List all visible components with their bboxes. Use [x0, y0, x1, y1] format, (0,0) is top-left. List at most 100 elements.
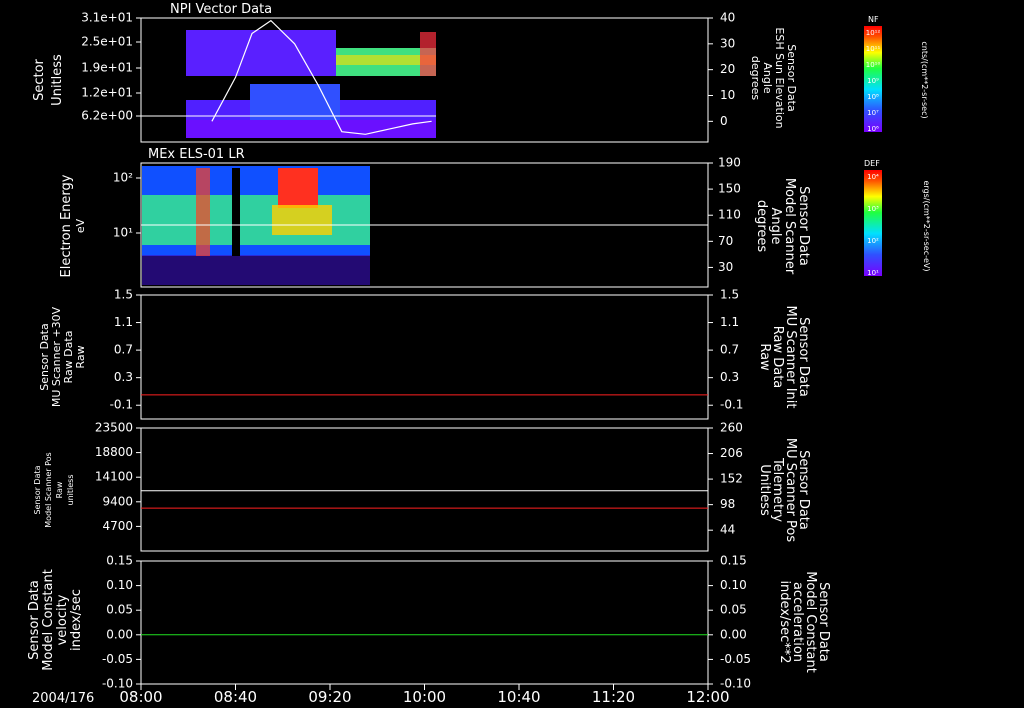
panel-mu-raw: 1.51.10.70.3-0.1 1.51.10.70.3-0.1 Sensor… [38, 288, 811, 420]
colorbar-def-title: DEF [864, 159, 880, 168]
els-hotspot-red [278, 168, 318, 208]
els-right-label-3: Angle [768, 208, 783, 245]
npi-left-label-2: Unitless [50, 54, 65, 106]
x-tick-label: 08:00 [119, 688, 162, 706]
colorbar-def-tick-label: 10¹ [867, 269, 879, 277]
model-constant-right-tick-label: 0.10 [720, 578, 747, 592]
colorbar-def-tick-label: 10² [867, 237, 879, 245]
x-tick-label: 08:40 [214, 688, 257, 706]
scanner-pos-left-tick-label: 14100 [95, 470, 133, 484]
panel-mu-raw-frame [140, 294, 709, 420]
els-left-label-1: Electron Energy [59, 174, 74, 277]
mu-raw-left-tick-label: 1.1 [114, 315, 133, 329]
model-constant-left-tick-label: -0.05 [102, 652, 133, 666]
mu-raw-left-tick-label: 0.7 [114, 343, 133, 357]
colorbar-nf-tick-label: 10⁹ [867, 77, 879, 85]
els-hotspot-yellow [272, 205, 332, 235]
els-right-tick-label: 30 [718, 260, 733, 274]
npi-left-label-1: Sector [32, 58, 47, 100]
scanner-pos-right-tick-label: 260 [720, 421, 743, 435]
npi-left-tick-label: 3.1e+01 [81, 11, 133, 25]
chart-canvas: NPI Vector Data 3.1e+01 2.5e+01 1.9e+01 1.2… [27, 2, 931, 706]
npi-block-bottom [186, 120, 436, 138]
x-tick-label: 11:20 [592, 688, 635, 706]
scanner-pos-left-tick-label: 9400 [102, 494, 133, 508]
els-band-low [142, 255, 370, 285]
colorbar-nf-tick-label: 10⁷ [867, 109, 879, 117]
els-spike-red [196, 168, 210, 256]
colorbar-nf: NF 10¹² 10¹¹ 10¹⁰ 10⁹ 10⁸ 10⁷ 10⁶ cnts/(cm**2-… [864, 15, 929, 133]
model-constant-left-tick-label: 0.10 [106, 578, 133, 592]
mu-raw-right-ticks: 1.5 1.1 0.7 0.3 -0.1 [708, 288, 743, 412]
npi-right-tick-label: 30 [720, 36, 735, 50]
model-constant-left-label-3: velocity [55, 594, 70, 645]
colorbar-nf-tick-label: 10⁶ [867, 125, 879, 133]
scanner-pos-right-tick-label: 44 [720, 523, 735, 537]
scanner-pos-right-label-4: Unitless [757, 464, 772, 516]
model-constant-left-tick-label: 0.05 [106, 603, 133, 617]
mu-raw-right-tick-label: 0.7 [720, 343, 739, 357]
x-tick-label: 12:00 [686, 688, 729, 706]
els-left-label-2: eV [74, 218, 87, 233]
npi-heatmap [186, 30, 436, 138]
scanner-pos-right-tick-label: 98 [720, 497, 735, 511]
scanner-pos-right-tick-label: 206 [720, 446, 743, 460]
scanner-pos-left-tick-label: 18800 [95, 445, 133, 459]
scanner-pos-left-label-2: Model Scanner Pos [44, 452, 53, 527]
npi-block-upper [186, 30, 336, 76]
mu-raw-right-tick-label: 1.1 [720, 315, 739, 329]
model-constant-left-ticks: 0.150.100.050.00-0.05-0.10 [102, 554, 141, 691]
panel-model-constant: 0.150.100.050.00-0.05-0.10 0.150.100.050… [27, 554, 831, 691]
els-right-tick-label: 150 [718, 182, 741, 196]
els-band-green [142, 195, 370, 245]
panel-scanner-pos: 23500 18800 14100 9400 4700 260 206 152 98 44 Se… [33, 421, 811, 552]
mu-raw-left-ticks: 1.5 1.1 0.7 0.3 -0.1 [110, 288, 141, 412]
els-left-tick-label: 10² [113, 171, 133, 185]
model-constant-right-label-4: index/sec**2 [777, 580, 792, 663]
model-constant-left-label-4: index/sec [69, 589, 84, 651]
x-axis-date: 2004/176 [32, 691, 94, 706]
colorbar-nf-title: NF [868, 15, 879, 24]
npi-band-red [420, 32, 436, 76]
els-right-label-4: degrees [754, 200, 769, 253]
scanner-pos-left-label-4: unitless [66, 475, 75, 506]
model-constant-left-label-2: Model Constant [41, 569, 56, 671]
x-tick-label: 10:40 [497, 688, 540, 706]
model-constant-right-ticks: 0.150.100.050.00-0.05-0.10 [708, 554, 751, 691]
els-right-label-1: Sensor Data [796, 186, 811, 266]
els-left-ticks: 10² 10¹ [113, 171, 141, 240]
mu-raw-left-tick-label: 0.3 [114, 370, 133, 384]
colorbar-def-tick-label: 10³ [867, 205, 879, 213]
panel-els: MEx ELS-01 LR 10² 10¹ 190 150 110 70 30 Elect… [59, 147, 811, 288]
colorbar-nf-tick-label: 10¹¹ [866, 45, 881, 53]
model-constant-right-tick-label: 0.05 [720, 603, 747, 617]
colorbar-nf-unit: cnts/(cm**2-sr-sec) [920, 41, 929, 118]
panel-model-constant-frame [140, 560, 709, 685]
scanner-pos-right-ticks: 260 206 152 98 44 [708, 421, 743, 537]
colorbar-nf-tick-label: 10¹² [866, 29, 881, 37]
npi-right-tick-label: 20 [720, 62, 735, 76]
panel-els-title: MEx ELS-01 LR [148, 147, 245, 162]
npi-left-tick-label: 2.5e+01 [81, 35, 133, 49]
npi-left-tick-label: 1.2e+01 [81, 86, 133, 100]
scanner-pos-right-tick-label: 152 [720, 472, 743, 486]
npi-right-tick-label: 10 [720, 88, 735, 102]
model-constant-right-tick-label: 0.00 [720, 627, 747, 641]
colorbar-nf-tick-label: 10⁸ [867, 93, 879, 101]
scanner-pos-left-tick-label: 23500 [95, 421, 133, 435]
x-tick-label: 10:00 [403, 688, 446, 706]
colorbar-def: DEF 10⁴ 10³ 10² 10¹ ergs/(cm**2-sr-sec-eV) [864, 159, 931, 277]
npi-right-ticks: 40 30 20 10 0 [708, 11, 735, 128]
npi-left-ticks: 3.1e+01 2.5e+01 1.9e+01 1.2e+01 6.2e+00 [81, 11, 141, 123]
model-constant-left-label-1: Sensor Data [27, 580, 42, 660]
npi-left-tick-label: 6.2e+00 [81, 109, 133, 123]
colorbar-def-bar [864, 170, 882, 276]
npi-right-tick-label: 40 [720, 11, 735, 25]
model-constant-left-tick-label: 0.15 [106, 554, 133, 568]
scanner-pos-left-tick-label: 4700 [102, 519, 133, 533]
npi-right-label-4: degrees [749, 56, 762, 101]
mu-raw-left-label-4: Raw [74, 345, 87, 368]
model-constant-right-tick-label: -0.05 [720, 652, 751, 666]
scanner-pos-left-label-3: Raw [55, 481, 64, 498]
panel-npi-title: NPI Vector Data [170, 2, 272, 17]
